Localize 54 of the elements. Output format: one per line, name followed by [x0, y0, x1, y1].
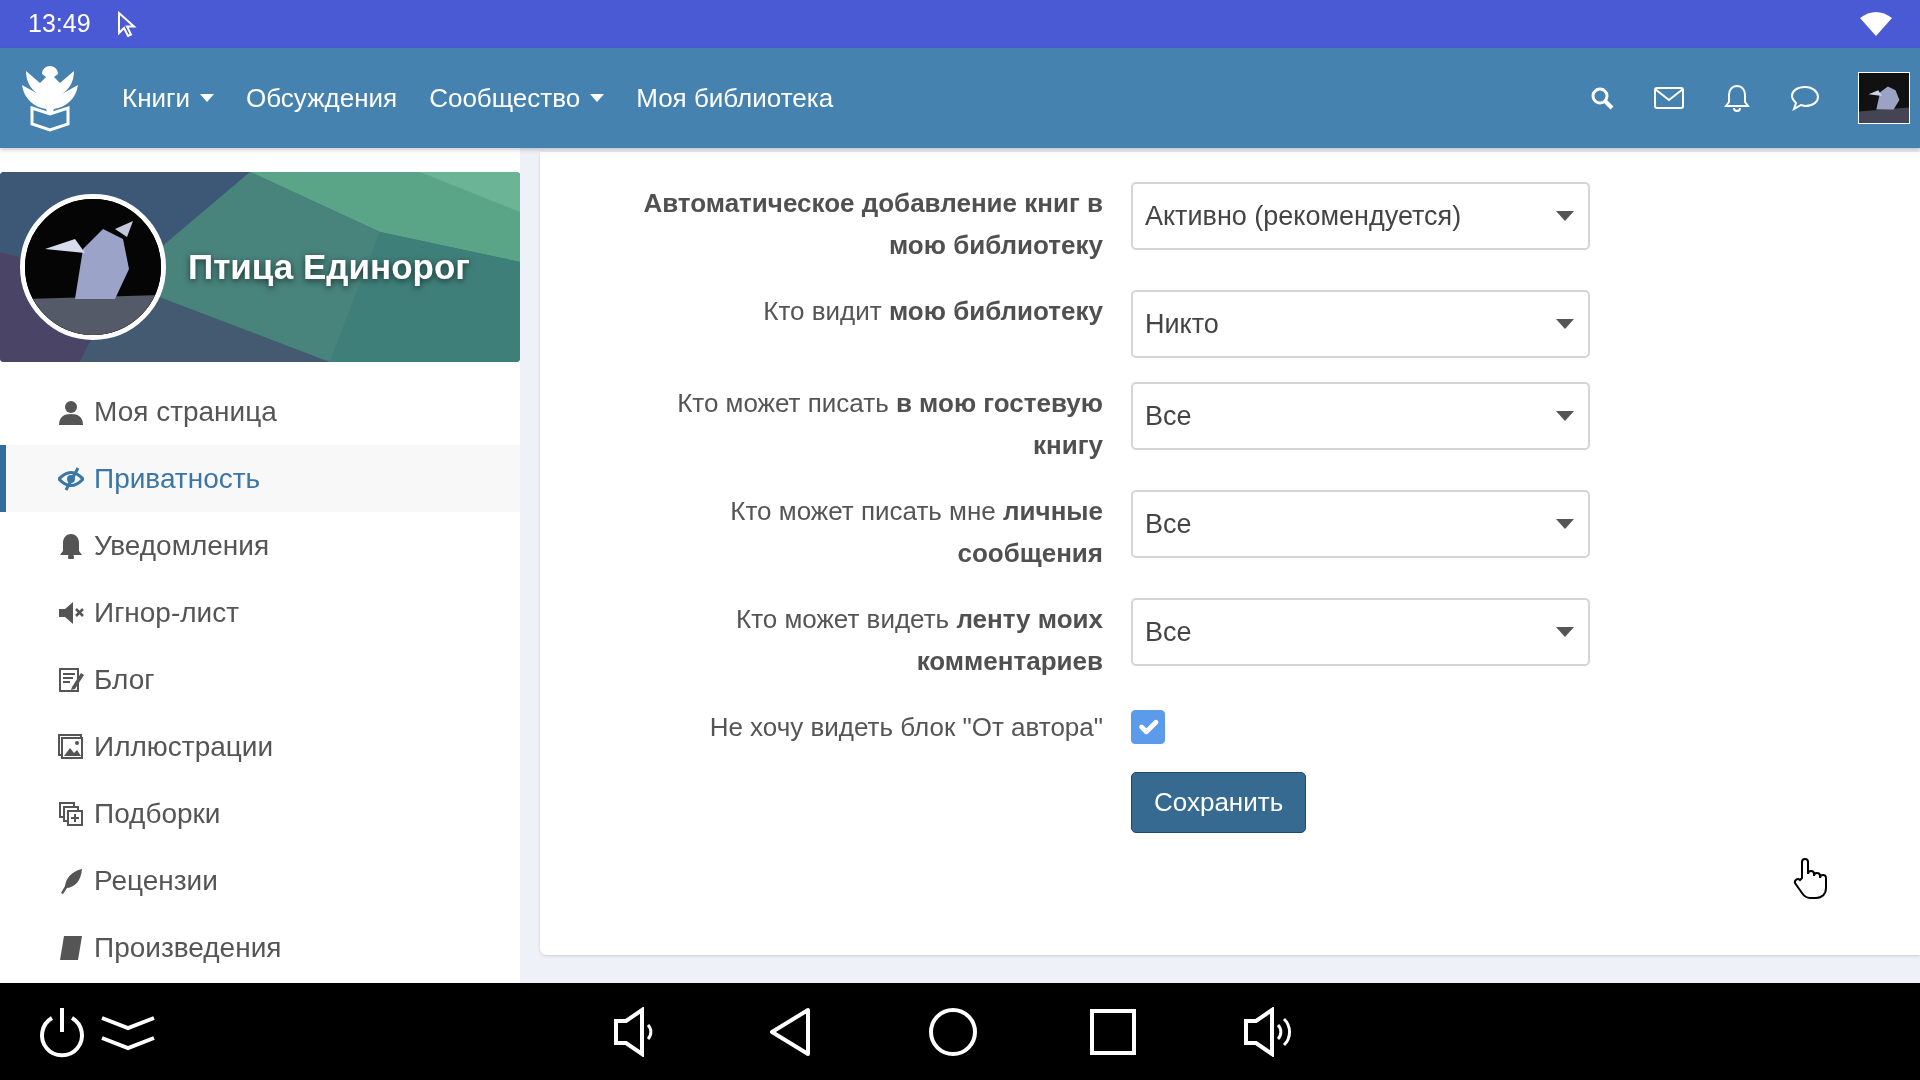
dropdown-menu-link[interactable]: Книги: [122, 78, 215, 118]
select-field[interactable]: Никто: [1131, 290, 1590, 358]
save-button[interactable]: Сохранить: [1131, 772, 1307, 833]
recents-icon[interactable]: [1090, 1008, 1136, 1055]
caret-icon: [1556, 319, 1574, 329]
mute-icon: [58, 599, 84, 626]
field-label: Кто может писать в мою гостевую книгу: [676, 387, 1103, 462]
book-icon: [58, 934, 84, 961]
field-label: Кто видит мою библиотеку: [762, 295, 1103, 328]
search-icon[interactable]: [1590, 86, 1614, 110]
nav-link[interactable]: Обсуждения: [246, 78, 398, 118]
select-field[interactable]: Все: [1131, 490, 1590, 558]
dropdown-menu-link[interactable]: Сообщество: [429, 78, 605, 118]
feather-icon: [58, 867, 84, 894]
image-icon: [58, 733, 84, 760]
sidebar-item[interactable]: Уведомления: [0, 512, 520, 579]
field-label: Не хочу видеть блок "От автора": [708, 711, 1103, 744]
caret-icon: [1556, 627, 1574, 637]
sidebar-item[interactable]: Приватность: [0, 445, 520, 512]
chat-icon[interactable]: [1790, 85, 1820, 111]
eye-icon: [58, 465, 84, 492]
sidebar-item[interactable]: Произведения: [0, 914, 520, 981]
wifi-icon: [1860, 12, 1892, 36]
checkbox[interactable]: [1131, 710, 1165, 744]
back-icon[interactable]: [768, 1006, 812, 1057]
field-label: Кто может видеть ленту моих комментариев: [735, 603, 1103, 678]
bell-icon[interactable]: [1724, 84, 1750, 112]
clock: 13:49: [28, 8, 91, 40]
sidebar-item[interactable]: Блог: [0, 646, 520, 713]
field-label: Кто может писать мне личные сообщения: [729, 495, 1103, 570]
sidebar-item[interactable]: Иллюстрации: [0, 713, 520, 780]
power-icon[interactable]: [38, 1005, 86, 1058]
bell-icon: [58, 532, 84, 559]
notepad-icon: [58, 666, 84, 693]
caret-icon: [200, 94, 215, 102]
hand-cursor-icon: [1792, 858, 1828, 900]
sidebar-item[interactable]: Рецензии: [0, 847, 520, 914]
caret-icon: [1556, 411, 1574, 421]
user-icon: [58, 398, 84, 425]
sidebar-item[interactable]: Игнор-лист: [0, 579, 520, 646]
home-icon[interactable]: [928, 1006, 978, 1057]
pointer-icon: [116, 11, 137, 37]
select-field[interactable]: Все: [1131, 598, 1590, 666]
field-label: Автоматическое добавление книг в мою библиотеку: [642, 187, 1103, 262]
caret-icon: [590, 94, 605, 102]
caret-icon: [1556, 211, 1574, 221]
select-field[interactable]: Активно (рекомендуется): [1131, 182, 1590, 250]
sidebar-item[interactable]: Моя страница: [0, 378, 520, 445]
caret-icon: [1556, 519, 1574, 529]
collection-icon: [58, 800, 84, 827]
mail-icon[interactable]: [1654, 87, 1684, 109]
nav-link[interactable]: Моя библиотека: [636, 78, 834, 118]
sidebar-item[interactable]: Подборки: [0, 780, 520, 847]
select-field[interactable]: Все: [1131, 382, 1590, 450]
